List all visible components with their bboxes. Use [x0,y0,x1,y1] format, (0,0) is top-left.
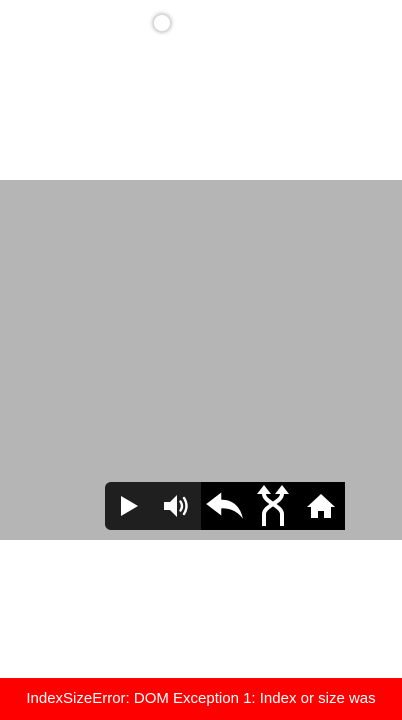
branch-arrows-icon [257,485,289,526]
volume-button[interactable] [153,482,201,530]
home-button[interactable] [297,482,345,530]
error-message-text: IndexSizeError: DOM Exception 1: Index o… [26,690,376,707]
play-button[interactable] [105,482,153,530]
media-controls-group [105,482,201,530]
back-arrow-icon [204,490,245,523]
volume-icon [164,495,188,517]
branch-button[interactable] [249,482,297,530]
navigation-controls-group [201,482,345,530]
error-message-bar: IndexSizeError: DOM Exception 1: Index o… [0,678,402,720]
home-icon [307,494,335,518]
player-control-bar [105,482,345,530]
loading-dot-icon [153,14,171,32]
play-icon [121,496,138,516]
back-button[interactable] [201,482,249,530]
